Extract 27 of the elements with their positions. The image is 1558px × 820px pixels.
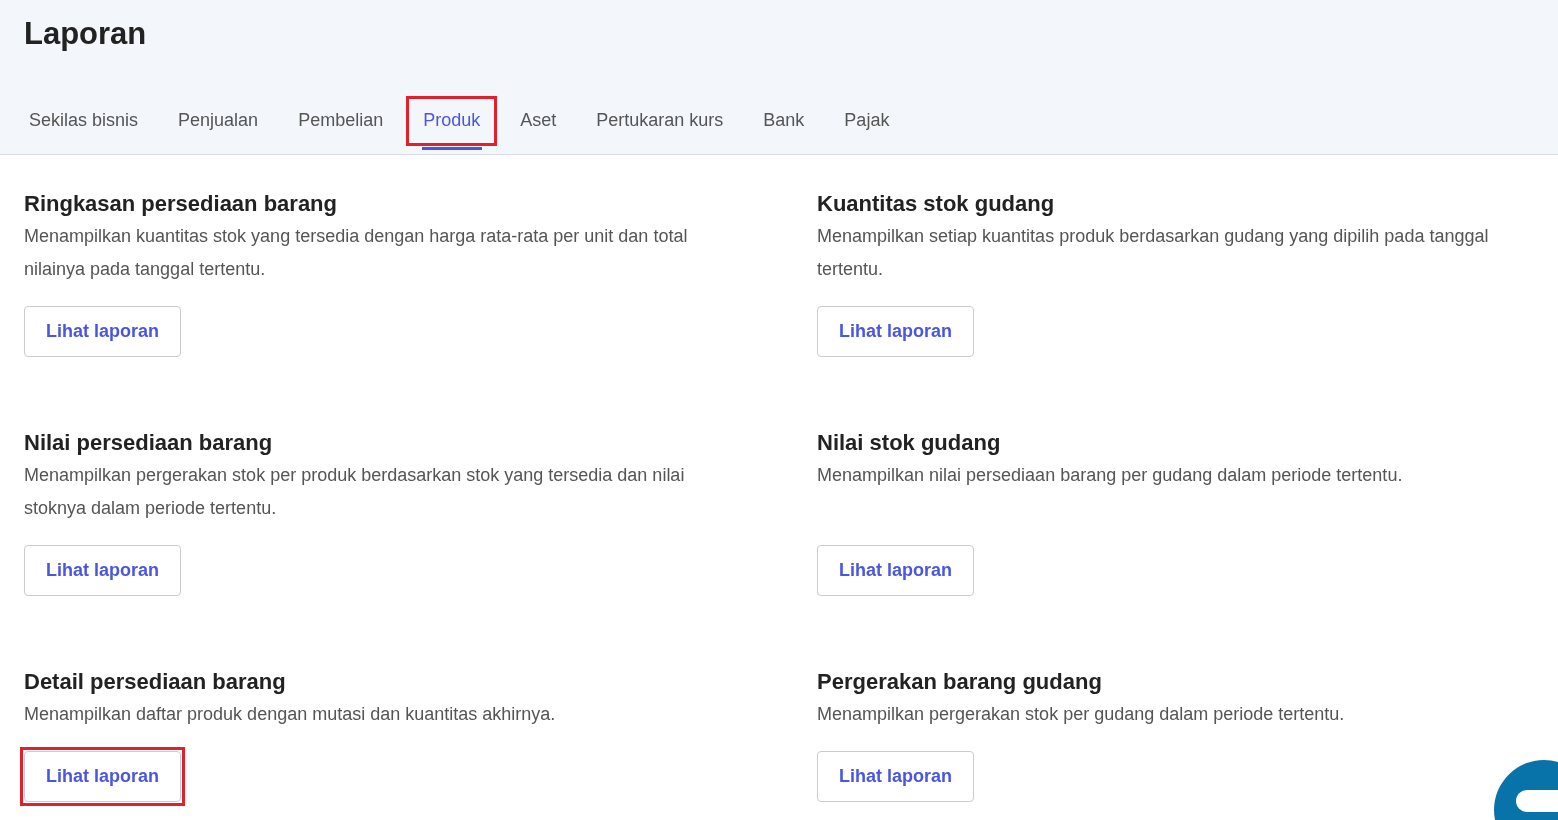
report-tab[interactable]: Sekilas bisnis [12, 96, 156, 146]
report-tab[interactable]: Bank [746, 96, 822, 146]
report-description: Menampilkan nilai persediaan barang per gudang dalam periode tertentu. [817, 464, 1403, 487]
view-report-button[interactable]: Lihat laporan [24, 545, 181, 596]
report-title: Ringkasan persediaan barang [24, 190, 337, 218]
page-title: Laporan [24, 16, 148, 52]
view-report-button[interactable]: Lihat laporan [817, 545, 974, 596]
report-tab[interactable]: Penjualan [161, 96, 276, 146]
view-report-button[interactable]: Lihat laporan [817, 751, 974, 802]
report-description: Menampilkan pergerakan stok per gudang dalam periode tertentu. [817, 703, 1345, 726]
view-report-button[interactable]: Lihat laporan [817, 306, 974, 357]
report-tab[interactable]: Pertukaran kurs [579, 96, 741, 146]
report-tab[interactable]: Produk [406, 96, 498, 146]
view-report-button[interactable]: Lihat laporan [24, 306, 181, 357]
report-description: Menampilkan pergerakan stok per produk berdasarkan stok yang tersedia dan nilai stoknya dalam periode tertentu. [24, 464, 686, 520]
report-description: Menampilkan daftar produk dengan mutasi dan kuantitas akhirnya. [24, 703, 556, 726]
report-description: Menampilkan setiap kuantitas produk berdasarkan gudang yang dipilih pada tanggal tertentu. [817, 225, 1490, 281]
report-tab[interactable]: Pajak [827, 96, 907, 146]
report-tab[interactable]: Pembelian [281, 96, 401, 146]
view-report-button[interactable]: Lihat laporan [24, 751, 181, 802]
report-description: Menampilkan kuantitas stok yang tersedia dengan harga rata-rata per unit dan total nilainya pada tanggal tertentu. [24, 225, 689, 281]
report-title: Pergerakan barang gudang [817, 668, 1102, 696]
report-tab[interactable]: Aset [503, 96, 574, 146]
report-title: Detail persediaan barang [24, 668, 286, 696]
report-title: Nilai stok gudang [817, 429, 1001, 457]
report-title: Kuantitas stok gudang [817, 190, 1055, 218]
report-title: Nilai persediaan barang [24, 429, 273, 457]
